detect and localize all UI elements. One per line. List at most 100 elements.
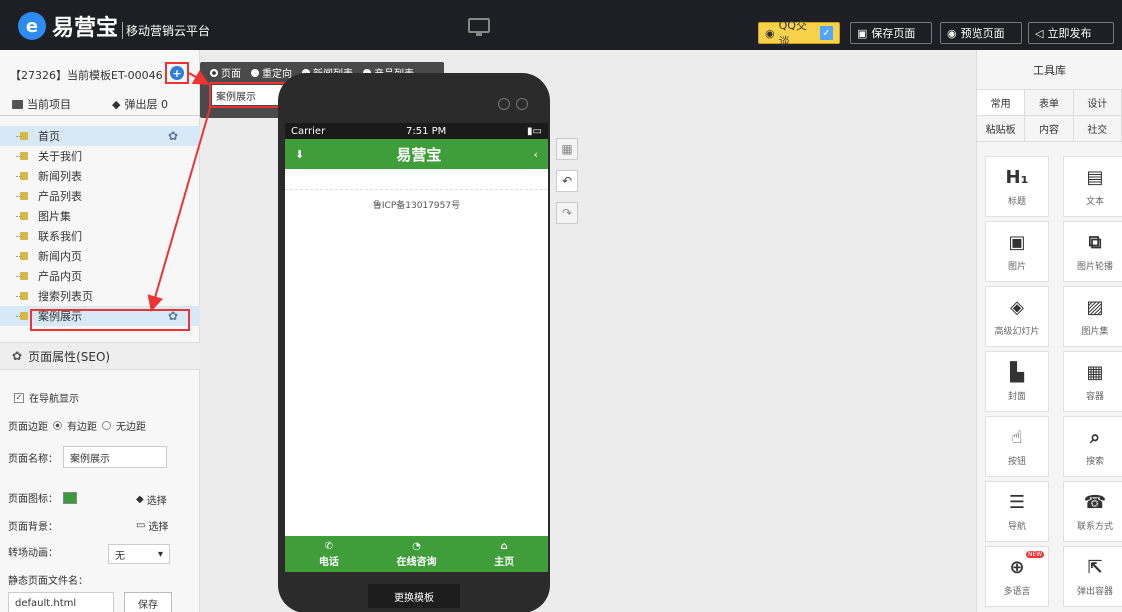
qq-label: QQ交谈 <box>778 19 807 48</box>
tool-button[interactable]: ☝ 按钮 <box>985 416 1049 477</box>
tool-search[interactable]: ⌕ 搜索 <box>1063 416 1122 477</box>
gear-icon[interactable]: ✿ <box>168 129 178 143</box>
page-item-about[interactable]: 关于我们 <box>0 146 200 166</box>
left-panel: 【27326】当前模板ET-00046 + 当前项目 ◆ 弹出层 0 首页 ✿ 关… <box>0 50 200 612</box>
tool-contact[interactable]: ☎ 联系方式 <box>1063 481 1122 542</box>
monitor-icon[interactable] <box>468 18 490 36</box>
footer-home[interactable]: ⌂ 主页 <box>460 536 548 572</box>
tool-nav[interactable]: ☰ 导航 <box>985 481 1049 542</box>
tool-tabs-secondary: 粘贴板 内容 社交 <box>977 116 1122 142</box>
page-item-home[interactable]: 首页 ✿ <box>0 126 200 146</box>
page-item-news-list[interactable]: 新闻列表 <box>0 166 200 186</box>
tab-popup-layer[interactable]: ◆ 弹出层 0 <box>112 92 168 116</box>
page-name-label: 页面名称： <box>8 453 58 465</box>
tool-multilang[interactable]: NEW ⊕ 多语言 <box>985 546 1049 607</box>
tool-image[interactable]: ▣ 图片 <box>985 221 1049 282</box>
redo-icon[interactable]: ↷ <box>556 202 578 224</box>
tab-common[interactable]: 常用 <box>977 90 1026 115</box>
static-file-label: 静态页面文件名： <box>8 576 88 587</box>
radio-icon <box>210 68 218 77</box>
tool-heading[interactable]: H₁ 标题 <box>985 156 1049 217</box>
static-file-row: 静态页面文件名： <box>8 572 88 587</box>
search-icon: ⌕ <box>1089 426 1101 448</box>
footer-consult[interactable]: ◔ 在线咨询 <box>373 536 461 572</box>
phone-controls <box>498 98 528 110</box>
page-item-product-detail[interactable]: 产品内页 <box>0 266 200 286</box>
tool-label: 图片轮播 <box>1076 262 1113 272</box>
footer-phone[interactable]: ✆ 电话 <box>285 536 373 572</box>
new-badge: NEW <box>1026 551 1045 558</box>
replace-template-button[interactable]: 更换模板 <box>368 584 460 608</box>
seo-save-button[interactable]: 保存 <box>124 592 172 612</box>
publish-button[interactable]: ◁ 立即发布 <box>1028 22 1114 44</box>
preview-page-button[interactable]: ◉ 预览页面 <box>940 22 1022 44</box>
margin-off-radio[interactable] <box>102 421 111 430</box>
nav-show-label: 在导航显示 <box>29 394 79 405</box>
seo-title: 页面属性(SEO) <box>28 349 111 364</box>
page-name-field[interactable]: 案例展示 <box>63 446 167 468</box>
tab-clipboard[interactable]: 粘贴板 <box>977 116 1026 141</box>
add-page-icon[interactable]: + <box>170 66 184 80</box>
option-page[interactable]: 页面 <box>210 65 241 80</box>
back-icon[interactable]: ‹ <box>534 148 538 161</box>
tab-current-label: 当前项目 <box>27 98 71 111</box>
undo-icon[interactable]: ↶ <box>556 170 578 192</box>
tool-label: 联系方式 <box>1076 522 1113 532</box>
page-item-gallery[interactable]: 图片集 <box>0 206 200 226</box>
tool-cover[interactable]: ▙ 封面 <box>985 351 1049 412</box>
page-icon-label: 页面图标： <box>8 494 58 505</box>
nav-show-checkbox[interactable]: ✓ <box>14 392 24 403</box>
tab-form[interactable]: 表单 <box>1025 90 1074 115</box>
bg-select-label: 选择 <box>148 522 169 533</box>
download-icon[interactable]: ⬇ <box>295 148 304 161</box>
tab-current-project[interactable]: 当前项目 <box>12 92 71 116</box>
seo-section-header[interactable]: ✿ 页面属性(SEO) <box>0 342 200 370</box>
tool-slideshow[interactable]: ◈ 高级幻灯片 <box>985 286 1049 347</box>
page-item-product-list[interactable]: 产品列表 <box>0 186 200 206</box>
tool-tabs: 常用 表单 设计 <box>977 90 1122 116</box>
cover-icon: ▙ <box>1010 361 1024 383</box>
bg-select-link[interactable]: ▭ 选择 <box>136 518 168 533</box>
icon-select-link[interactable]: ◆ 选择 <box>136 492 167 507</box>
text-icon: ▤ <box>1086 166 1104 188</box>
tab-content[interactable]: 内容 <box>1025 116 1074 141</box>
tool-text[interactable]: ▤ 文本 <box>1063 156 1122 217</box>
tool-gallery[interactable]: ▨ 图片集 <box>1063 286 1122 347</box>
heading-icon: H₁ <box>1005 166 1029 188</box>
qrcode-icon[interactable]: ▦ <box>556 138 578 160</box>
qq-chat-button[interactable]: ◉ QQ交谈 ✓ <box>758 19 840 48</box>
new-page-highlight <box>30 309 190 331</box>
option-redirect[interactable]: 重定向 <box>251 65 292 80</box>
page-item-contact[interactable]: 联系我们 <box>0 226 200 246</box>
icon-select-label: 选择 <box>146 496 167 507</box>
phone-footer: ✆ 电话 ◔ 在线咨询 ⌂ 主页 <box>285 536 548 572</box>
chat-icon: ◔ <box>412 540 421 552</box>
page-icon-row: 页面图标： <box>8 490 77 505</box>
margin-on-radio[interactable] <box>53 421 62 430</box>
tab-design[interactable]: 设计 <box>1074 90 1122 115</box>
page-item-news-detail[interactable]: 新闻内页 <box>0 246 200 266</box>
popup-icon: ⇱ <box>1087 556 1103 578</box>
globe-icon: ⊕ <box>1009 556 1025 578</box>
nav-show-row: ✓ 在导航显示 <box>14 390 79 405</box>
page-icon-swatch[interactable] <box>63 491 77 504</box>
tab-social[interactable]: 社交 <box>1074 116 1122 141</box>
page-label: 关于我们 <box>38 150 82 163</box>
wechat-icon[interactable] <box>498 98 510 110</box>
tool-popup-container[interactable]: ⇱ 弹出容器 <box>1063 546 1122 607</box>
qq-icon: ◉ <box>765 26 775 40</box>
transition-select[interactable]: 无 ▾ <box>108 544 170 564</box>
static-file-field[interactable]: default.html <box>8 592 114 612</box>
page-label: 图片集 <box>38 210 71 223</box>
logo-subtitle: 移动营销云平台 <box>122 21 210 39</box>
margin-on-label: 有边距 <box>67 422 97 433</box>
briefcase-icon <box>12 99 23 109</box>
tool-carousel[interactable]: ⧉ 图片轮播 <box>1063 221 1122 282</box>
battery-icon: ▮▭ <box>527 125 542 137</box>
gear-icon: ✿ <box>12 349 23 363</box>
save-page-button[interactable]: ▣ 保存页面 <box>850 22 932 44</box>
share-icon[interactable] <box>516 98 528 110</box>
page-item-search-list[interactable]: 搜索列表页 <box>0 286 200 306</box>
tool-container[interactable]: ▦ 容器 <box>1063 351 1122 412</box>
top-bar: e 易营宝 移动营销云平台 ◉ QQ交谈 ✓ ▣ 保存页面 ◉ 预览页面 ◁ 立… <box>0 0 1122 50</box>
